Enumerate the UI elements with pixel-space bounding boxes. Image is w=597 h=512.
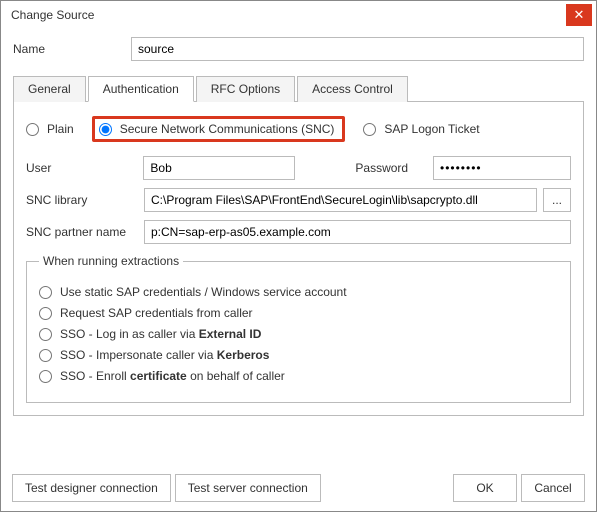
browse-snc-library-button[interactable]: ... xyxy=(543,188,571,212)
extractions-legend: When running extractions xyxy=(39,254,183,268)
radio-ext-externalid[interactable] xyxy=(39,328,52,341)
auth-panel: Plain Secure Network Communications (SNC… xyxy=(13,102,584,416)
radio-snc-label: Secure Network Communications (SNC) xyxy=(120,122,335,136)
user-input[interactable] xyxy=(143,156,295,180)
close-icon: ✕ xyxy=(574,7,585,23)
radio-ticket[interactable] xyxy=(363,123,376,136)
snc-partner-input[interactable] xyxy=(144,220,571,244)
radio-ext-static[interactable] xyxy=(39,286,52,299)
name-label: Name xyxy=(13,42,131,56)
tab-authentication[interactable]: Authentication xyxy=(88,76,194,102)
opt-externalid-label: SSO - Log in as caller via External ID xyxy=(60,327,261,341)
radio-ticket-label: SAP Logon Ticket xyxy=(384,122,479,136)
opt-kerberos-label: SSO - Impersonate caller via Kerberos xyxy=(60,348,269,362)
tab-general[interactable]: General xyxy=(13,76,86,102)
auth-mode-ticket[interactable]: SAP Logon Ticket xyxy=(363,122,479,136)
snc-library-label: SNC library xyxy=(26,193,144,207)
cancel-button[interactable]: Cancel xyxy=(521,474,585,502)
auth-mode-snc[interactable]: Secure Network Communications (SNC) xyxy=(92,116,346,142)
ok-button[interactable]: OK xyxy=(453,474,517,502)
extractions-fieldset: When running extractions Use static SAP … xyxy=(26,254,571,403)
password-input[interactable] xyxy=(433,156,571,180)
tab-rfc-options[interactable]: RFC Options xyxy=(196,76,295,102)
opt-request-label: Request SAP credentials from caller xyxy=(60,306,253,320)
radio-ext-request[interactable] xyxy=(39,307,52,320)
opt-static-label: Use static SAP credentials / Windows ser… xyxy=(60,285,347,299)
radio-plain[interactable] xyxy=(26,123,39,136)
test-server-button[interactable]: Test server connection xyxy=(175,474,321,502)
test-designer-button[interactable]: Test designer connection xyxy=(12,474,171,502)
radio-ext-certificate[interactable] xyxy=(39,370,52,383)
snc-library-input[interactable] xyxy=(144,188,537,212)
radio-plain-label: Plain xyxy=(47,122,74,136)
auth-mode-plain[interactable]: Plain xyxy=(26,122,74,136)
tab-bar: General Authentication RFC Options Acces… xyxy=(13,75,584,102)
snc-partner-label: SNC partner name xyxy=(26,225,144,239)
close-button[interactable]: ✕ xyxy=(566,4,592,26)
tab-access-control[interactable]: Access Control xyxy=(297,76,408,102)
radio-ext-kerberos[interactable] xyxy=(39,349,52,362)
radio-snc[interactable] xyxy=(99,123,112,136)
name-input[interactable] xyxy=(131,37,584,61)
user-label: User xyxy=(26,161,143,175)
password-label: Password xyxy=(355,161,433,175)
ellipsis-icon: ... xyxy=(552,193,562,207)
opt-certificate-label: SSO - Enroll certificate on behalf of ca… xyxy=(60,369,285,383)
window-title: Change Source xyxy=(11,8,566,22)
